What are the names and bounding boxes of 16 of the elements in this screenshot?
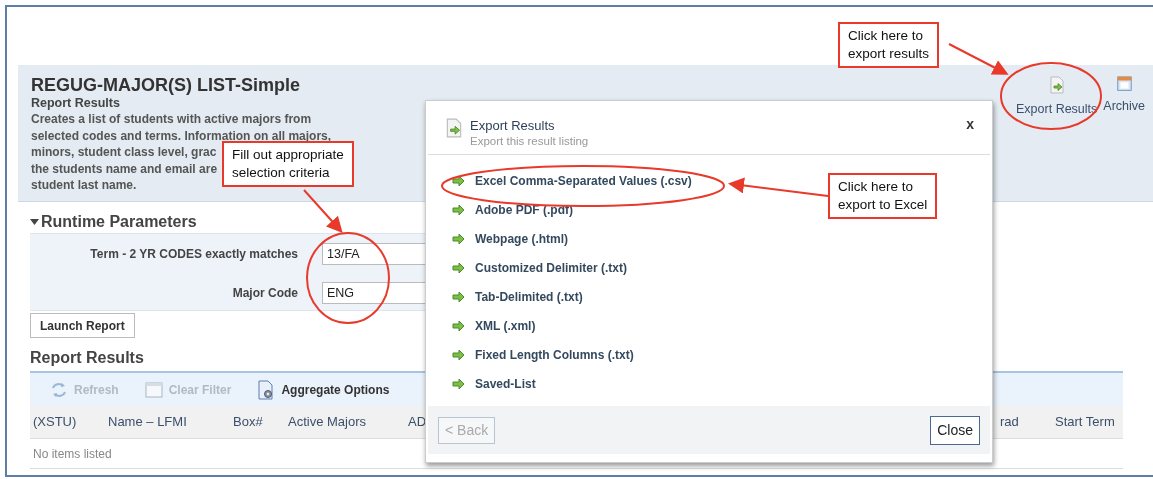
description-line: Creates a list of students with active majors from	[31, 111, 312, 128]
dialog-title: Export Results	[470, 118, 556, 134]
field-label: Term - 2 YR CODES exactly matches	[89, 246, 298, 263]
section-title: Report Results	[30, 348, 144, 368]
dialog-subtitle: Export this result listing	[470, 134, 589, 149]
description-line: selected codes and terms. Information on all majors,	[31, 127, 332, 144]
report-subtitle: Report Results	[31, 96, 121, 111]
description-line: minors, student class level, grac	[31, 144, 217, 161]
description-line: student last name.	[31, 177, 137, 194]
field-label: Major Code	[231, 285, 298, 302]
empty-message: No items listed	[33, 445, 112, 463]
description-line: the students name and email are	[31, 160, 218, 177]
callout-note: Click here to export results	[838, 22, 940, 68]
report-title: REGUG-MAJOR(S) LIST-Simple	[31, 74, 301, 96]
callout-note: Click here to export to Excel	[828, 173, 938, 219]
callout-note: Fill out appropriate selection criteria	[222, 141, 354, 187]
